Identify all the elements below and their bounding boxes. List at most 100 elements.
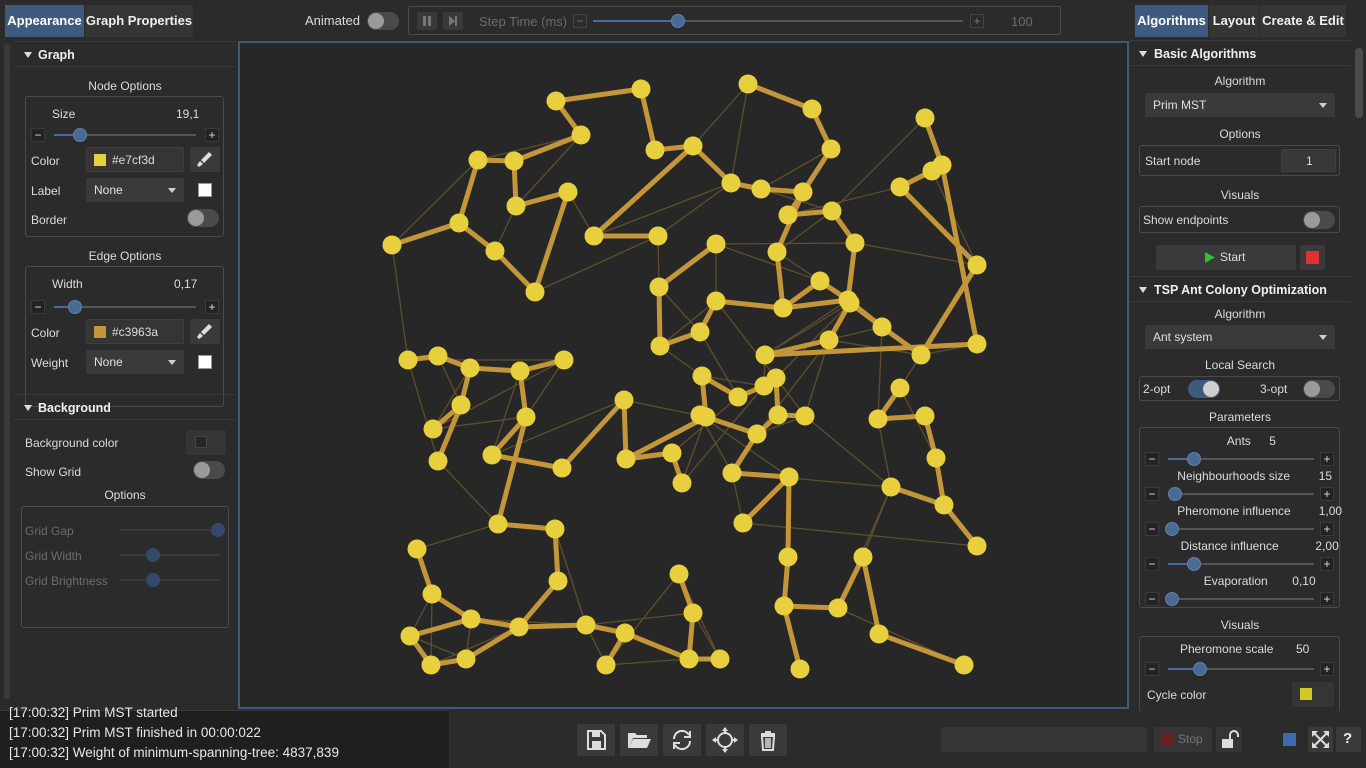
graph-node[interactable] xyxy=(510,361,530,381)
graph-node[interactable] xyxy=(967,536,987,556)
color-scheme-button[interactable] xyxy=(1277,727,1303,752)
grid-gap-slider-knob[interactable] xyxy=(211,523,225,537)
parameter-minus[interactable]: − xyxy=(1145,522,1159,536)
graph-node[interactable] xyxy=(692,366,712,386)
graph-node[interactable] xyxy=(915,406,935,426)
graph-node[interactable] xyxy=(810,271,830,291)
graph-node[interactable] xyxy=(506,196,526,216)
tab-appearance[interactable]: Appearance xyxy=(5,5,84,37)
graph-node[interactable] xyxy=(869,624,889,644)
edge-weight-checkbox[interactable] xyxy=(198,355,212,369)
edge-width-minus[interactable]: − xyxy=(31,300,45,314)
edge-width-slider-knob[interactable] xyxy=(68,300,83,314)
graph-node[interactable] xyxy=(845,233,865,253)
node-label-checkbox[interactable] xyxy=(198,183,212,197)
graph-node[interactable] xyxy=(822,201,842,221)
graph-node[interactable] xyxy=(596,655,616,675)
graph-node[interactable] xyxy=(768,405,788,425)
start-node-input[interactable]: 1 xyxy=(1281,149,1336,172)
pause-button[interactable] xyxy=(417,12,437,30)
graph-node[interactable] xyxy=(669,564,689,584)
grid-width-slider[interactable] xyxy=(120,554,220,556)
right-scrollbar[interactable] xyxy=(1355,48,1363,118)
graph-node[interactable] xyxy=(706,234,726,254)
delete-button[interactable] xyxy=(749,724,787,756)
graph-node[interactable] xyxy=(488,514,508,534)
graph-node[interactable] xyxy=(840,293,860,313)
graph-node[interactable] xyxy=(662,443,682,463)
node-color-field[interactable]: #e7cf3d xyxy=(86,147,184,172)
graph-node[interactable] xyxy=(407,539,427,559)
graph-node[interactable] xyxy=(548,571,568,591)
graph-node[interactable] xyxy=(398,350,418,370)
graph-node[interactable] xyxy=(614,390,634,410)
step-time-plus[interactable]: + xyxy=(970,14,984,28)
grid-brightness-slider[interactable] xyxy=(120,579,220,581)
parameter-plus[interactable]: + xyxy=(1320,592,1334,606)
graph-node[interactable] xyxy=(509,617,529,637)
graph-node[interactable] xyxy=(672,473,692,493)
parameter-slider-track[interactable] xyxy=(1168,598,1314,600)
graph-node[interactable] xyxy=(449,213,469,233)
graph-node[interactable] xyxy=(853,547,873,567)
start-button[interactable]: Start xyxy=(1156,245,1296,270)
basic-algorithms-header[interactable]: Basic Algorithms xyxy=(1130,40,1351,66)
graph-node[interactable] xyxy=(382,235,402,255)
save-button[interactable] xyxy=(577,724,615,756)
graph-node[interactable] xyxy=(802,99,822,119)
parameter-slider-knob[interactable] xyxy=(1168,487,1183,501)
tab-algorithms[interactable]: Algorithms xyxy=(1135,5,1208,37)
graph-node[interactable] xyxy=(460,358,480,378)
graph-node[interactable] xyxy=(683,136,703,156)
graph-node[interactable] xyxy=(915,108,935,128)
graph-node[interactable] xyxy=(710,649,730,669)
border-toggle[interactable] xyxy=(187,209,219,227)
graph-node[interactable] xyxy=(421,655,441,675)
graph-node[interactable] xyxy=(504,151,524,171)
graph-node[interactable] xyxy=(648,226,668,246)
pheromone-scale-slider-knob[interactable] xyxy=(1193,662,1208,676)
graph-node[interactable] xyxy=(485,241,505,261)
graph-node[interactable] xyxy=(774,596,794,616)
step-forward-button[interactable] xyxy=(443,12,463,30)
graph-node[interactable] xyxy=(911,345,931,365)
cycle-color-button[interactable] xyxy=(1292,682,1334,707)
graph-node[interactable] xyxy=(728,387,748,407)
node-size-plus[interactable]: + xyxy=(205,128,219,142)
graph-node[interactable] xyxy=(733,513,753,533)
graph-node[interactable] xyxy=(721,173,741,193)
graph-node[interactable] xyxy=(554,350,574,370)
center-view-button[interactable] xyxy=(706,724,744,756)
graph-node[interactable] xyxy=(706,291,726,311)
show-endpoints-toggle[interactable] xyxy=(1303,211,1335,229)
tsp-algorithm-select[interactable]: Ant system xyxy=(1145,325,1335,349)
graph-node[interactable] xyxy=(819,330,839,350)
graph-node[interactable] xyxy=(755,345,775,365)
stop-algorithm-button[interactable]: Stop xyxy=(1154,727,1212,752)
tsp-section-header[interactable]: TSP Ant Colony Optimization xyxy=(1130,276,1351,302)
graph-node[interactable] xyxy=(616,449,636,469)
graph-node[interactable] xyxy=(967,255,987,275)
graph-section-header[interactable]: Graph xyxy=(14,41,236,67)
graph-node[interactable] xyxy=(922,161,942,181)
step-time-slider-knob[interactable] xyxy=(671,14,686,28)
grid-gap-slider[interactable] xyxy=(120,529,220,531)
graph-canvas[interactable] xyxy=(238,41,1129,709)
graph-node[interactable] xyxy=(546,91,566,111)
graph-node[interactable] xyxy=(795,406,815,426)
graph-node[interactable] xyxy=(954,655,974,675)
node-size-slider-knob[interactable] xyxy=(72,128,87,142)
graph-node[interactable] xyxy=(890,378,910,398)
grid-width-slider-knob[interactable] xyxy=(146,548,160,562)
node-label-select[interactable]: None xyxy=(86,178,184,202)
graph-node[interactable] xyxy=(422,584,442,604)
graph-node[interactable] xyxy=(926,448,946,468)
tab-layout[interactable]: Layout xyxy=(1209,5,1259,37)
parameter-plus[interactable]: + xyxy=(1320,522,1334,536)
three-opt-toggle[interactable] xyxy=(1303,380,1335,398)
graph-node[interactable] xyxy=(778,205,798,225)
help-button[interactable]: ? xyxy=(1336,727,1361,752)
graph-node[interactable] xyxy=(779,467,799,487)
background-section-header[interactable]: Background xyxy=(14,394,236,420)
animated-toggle[interactable] xyxy=(367,12,399,30)
